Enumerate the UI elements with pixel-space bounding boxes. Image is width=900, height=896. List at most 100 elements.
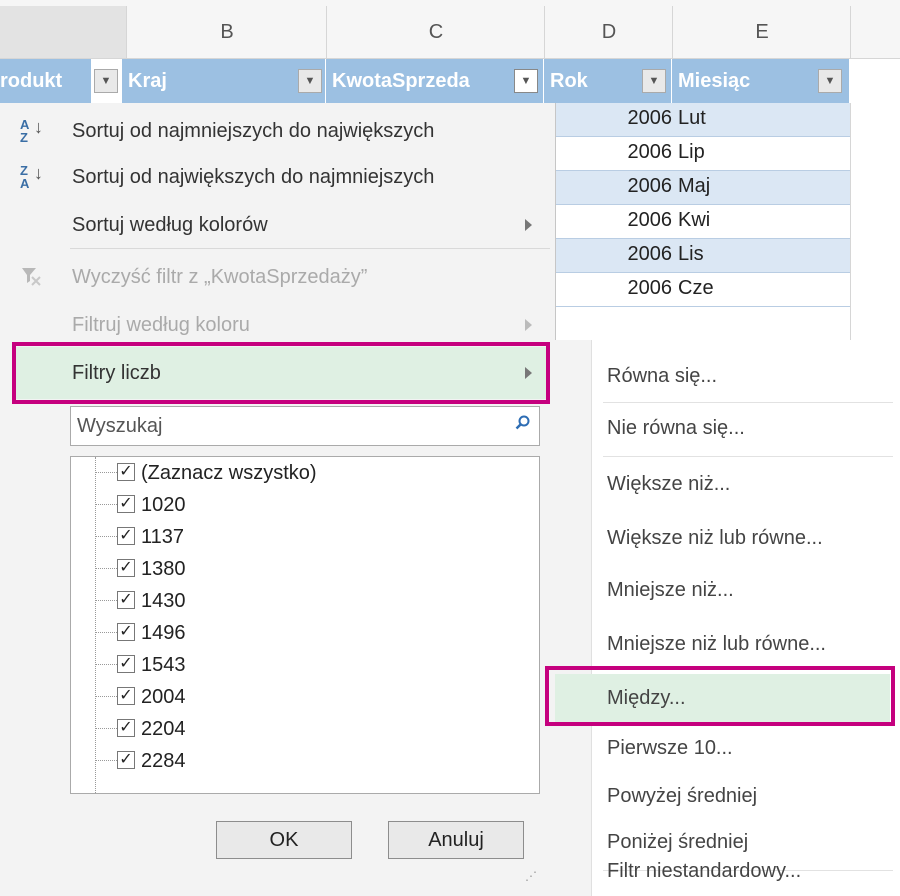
empty-cell (850, 59, 900, 103)
sort-icon-bottom-letter: Z (20, 130, 28, 145)
tree-line (95, 457, 97, 793)
cell-rok[interactable]: 2006 (550, 107, 673, 130)
header-kwota: KwotaSprzeda (326, 59, 544, 103)
highlight-between (545, 666, 895, 726)
list-item-label: (Zaznacz wszystko) (141, 461, 317, 484)
table-row[interactable]: 2006 Lis (550, 239, 850, 273)
menu-separator (603, 456, 893, 457)
submenu-item-label: Filtr niestandardowy... (607, 859, 802, 882)
cancel-button[interactable]: Anuluj (388, 821, 524, 859)
column-header-a[interactable] (0, 6, 126, 58)
checkbox[interactable]: ✓ (117, 655, 135, 673)
column-header-e[interactable]: E (672, 6, 851, 58)
sort-ascending-item[interactable]: AZ ↓ Sortuj od najmniejszych do najwięks… (0, 105, 555, 157)
resize-grip-icon[interactable]: ⋰ (525, 869, 537, 883)
submenu-item-label: Mniejsze niż lub równe... (607, 632, 826, 655)
sort-by-color-item[interactable]: Sortuj według kolorów (0, 199, 555, 251)
header-miesiac-label: Miesiąc (678, 69, 751, 92)
clear-filter-label: Wyczyść filtr z „KwotaSprzedaży” (72, 265, 368, 288)
ok-button[interactable]: OK (216, 821, 352, 859)
checkbox[interactable]: ✓ (117, 495, 135, 513)
chevron-down-icon: ▼ (648, 75, 660, 87)
cell-miesiac[interactable]: Cze (678, 277, 714, 300)
chevron-down-icon: ▼ (304, 75, 316, 87)
cell-rok[interactable]: 2006 (550, 175, 673, 198)
submenu-item-greater-or-equal[interactable]: Większe niż lub równe... (555, 514, 900, 562)
submenu-item-label: Większe niż... (607, 472, 731, 495)
sort-descending-item[interactable]: ZA ↓ Sortuj od największych do najmniejs… (0, 151, 555, 203)
sort-descending-icon: ZA (20, 164, 29, 190)
submenu-item-greater-than[interactable]: Większe niż... (555, 460, 900, 508)
cell-rok[interactable]: 2006 (550, 209, 673, 232)
clear-filter-icon (20, 265, 42, 293)
clear-filter-item[interactable]: Wyczyść filtr z „KwotaSprzedaży” (0, 251, 555, 303)
filter-dropdown-produkt[interactable]: ▼ (94, 69, 118, 93)
checkbox[interactable]: ✓ (117, 623, 135, 641)
column-header-f[interactable] (850, 6, 900, 58)
menu-separator (603, 402, 893, 403)
cell-miesiac[interactable]: Lis (678, 243, 704, 266)
filter-dropdown-kwota[interactable]: ▼ (514, 69, 538, 93)
column-header-row: B C D E (0, 0, 900, 59)
search-box[interactable]: Wyszukaj (70, 406, 540, 446)
cell-miesiac[interactable]: Lip (678, 141, 705, 164)
submenu-item-less-or-equal[interactable]: Mniejsze niż lub równe... (555, 620, 900, 668)
cell-miesiac[interactable]: Maj (678, 175, 710, 198)
cell-rok[interactable]: 2006 (550, 243, 673, 266)
chevron-down-icon: ▼ (100, 75, 112, 87)
list-item-label: 2284 (141, 749, 186, 772)
column-header-b[interactable]: B (126, 6, 327, 58)
list-item-label: 2204 (141, 717, 186, 740)
submenu-item-above-average[interactable]: Powyżej średniej (555, 772, 900, 820)
table-row[interactable]: 2006 Cze (550, 273, 850, 307)
checkbox[interactable]: ✓ (117, 463, 135, 481)
submenu-item-top-10[interactable]: Pierwsze 10... (555, 724, 900, 772)
sort-ascending-icon: AZ (20, 118, 29, 144)
menu-separator (70, 248, 550, 249)
submenu-item-label: Nie równa się... (607, 416, 745, 439)
sort-by-color-label: Sortuj według kolorów (72, 213, 268, 236)
checkbox[interactable]: ✓ (117, 751, 135, 769)
value-checklist[interactable]: ✓ (Zaznacz wszystko) ✓ 1020 ✓ 1137 ✓ 1380 ✓ 1… (70, 456, 540, 794)
submenu-item-equals[interactable]: Równa się... (555, 352, 900, 400)
cell-rok[interactable]: 2006 (550, 277, 673, 300)
cell-rok[interactable]: 2006 (550, 141, 673, 164)
checkbox[interactable]: ✓ (117, 591, 135, 609)
table-row[interactable]: 2006 Kwi (550, 205, 850, 239)
header-kraj: Kraj (122, 59, 326, 103)
chevron-right-icon (525, 319, 532, 331)
header-rok-label: Rok (550, 69, 588, 92)
filter-icon: ▼ (520, 75, 532, 87)
sort-icon-bottom-letter: A (20, 176, 30, 191)
list-item-label: 1380 (141, 557, 186, 580)
table-row[interactable]: 2006 Lip (550, 137, 850, 171)
filter-dropdown-kraj[interactable]: ▼ (298, 69, 322, 93)
checkbox[interactable]: ✓ (117, 687, 135, 705)
submenu-item-less-than[interactable]: Mniejsze niż... (555, 566, 900, 614)
list-item-label: 1496 (141, 621, 186, 644)
highlight-number-filters (12, 342, 550, 404)
cell-miesiac[interactable]: Lut (678, 107, 706, 130)
sort-ascending-label: Sortuj od najmniejszych do największych (72, 119, 435, 142)
number-filters-submenu: Równa się... Nie równa się... Większe ni… (555, 340, 900, 896)
checkbox[interactable]: ✓ (117, 559, 135, 577)
filter-dropdown-rok[interactable]: ▼ (642, 69, 666, 93)
cell-miesiac[interactable]: Kwi (678, 209, 710, 232)
column-header-d[interactable]: D (544, 6, 673, 58)
list-item-label: 1020 (141, 493, 186, 516)
filter-dropdown-miesiac[interactable]: ▼ (818, 69, 842, 93)
submenu-item-label: Powyżej średniej (607, 784, 758, 807)
table-header-row: rodukt ▼ Kraj ▼ KwotaSprzeda ▼ Rok ▼ Mie… (0, 59, 900, 103)
chevron-right-icon (525, 219, 532, 231)
header-produkt: rodukt (0, 59, 92, 103)
header-kwota-label: KwotaSprzeda (332, 69, 470, 92)
checkbox[interactable]: ✓ (117, 719, 135, 737)
column-header-c[interactable]: C (326, 6, 545, 58)
list-item-label: 1137 (141, 525, 185, 548)
checkbox[interactable]: ✓ (117, 527, 135, 545)
table-row[interactable]: 2006 Maj (550, 171, 850, 205)
list-item-label: 1543 (141, 653, 186, 676)
submenu-item-not-equals[interactable]: Nie równa się... (555, 404, 900, 452)
table-row[interactable]: 2006 Lut (550, 103, 850, 137)
submenu-item-custom-filter[interactable]: Filtr niestandardowy... (555, 846, 900, 896)
